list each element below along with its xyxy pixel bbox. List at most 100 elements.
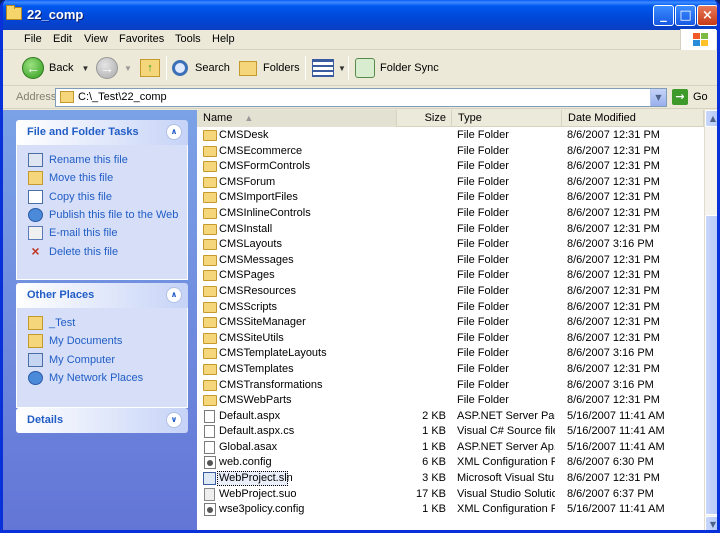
folder-icon: [203, 270, 217, 282]
cell-type: File Folder: [457, 253, 509, 266]
place-my-documents[interactable]: My Documents: [17, 332, 187, 350]
close-button[interactable]: ×: [697, 5, 717, 26]
minimize-button[interactable]: _: [653, 5, 674, 26]
place-my-network-places[interactable]: My Network Places: [17, 369, 187, 387]
table-row[interactable]: CMSEcommerce File Folder 8/6/2007 12:31 PM: [197, 144, 704, 160]
cell-size: 6 KB: [422, 456, 446, 469]
vertical-scrollbar[interactable]: ▲ ▼: [704, 110, 717, 530]
table-row[interactable]: CMSSiteManager File Folder 8/6/2007 12:31 …: [197, 315, 704, 331]
rename-icon: [28, 153, 43, 168]
column-size[interactable]: Size: [397, 110, 452, 127]
column-name[interactable]: Name ▲: [197, 110, 397, 127]
scroll-up-button[interactable]: ▲: [705, 110, 717, 127]
folder-icon: [203, 301, 217, 313]
table-row[interactable]: CMSLayouts File Folder 8/6/2007 3:16 PM: [197, 237, 704, 253]
table-row[interactable]: Default.aspx 2 KB ASP.NET Server Page 5/16/…: [197, 409, 704, 425]
place-my-computer[interactable]: My Computer: [17, 351, 187, 369]
cell-name: CMSTemplates: [219, 362, 294, 375]
table-row[interactable]: wse3policy.config 1 KB XML Configuration F…: [197, 502, 704, 518]
cell-name: CMSMessages: [219, 253, 294, 266]
cell-type: File Folder: [457, 347, 509, 360]
table-row[interactable]: WebProject.sln 3 KB Microsoft Visual Stu..…: [197, 471, 704, 487]
search-icon: [172, 60, 188, 76]
table-row[interactable]: CMSWebParts File Folder 8/6/2007 12:31 PM: [197, 393, 704, 409]
table-row[interactable]: CMSImportFiles File Folder 8/6/2007 12:31 …: [197, 190, 704, 206]
window-title: 22_comp: [27, 7, 84, 22]
forward-arrow-icon: →: [96, 57, 118, 79]
menu-edit[interactable]: Edit: [53, 33, 72, 45]
address-dropdown-button[interactable]: ▼: [650, 89, 666, 106]
up-folder-button[interactable]: ↑: [140, 55, 160, 81]
title-bar[interactable]: 22_comp _ □ ×: [3, 0, 717, 30]
table-row[interactable]: CMSPages File Folder 8/6/2007 12:31 PM: [197, 268, 704, 284]
go-button[interactable]: Go: [693, 91, 708, 103]
menu-file[interactable]: File: [24, 33, 42, 45]
table-row[interactable]: web.config 6 KB XML Configuration File 8/6/…: [197, 455, 704, 471]
task-move[interactable]: Move this file: [17, 169, 187, 187]
table-row[interactable]: CMSDesk File Folder 8/6/2007 12:31 PM: [197, 128, 704, 144]
table-row[interactable]: CMSResources File Folder 8/6/2007 12:31 PM: [197, 284, 704, 300]
cell-date: 8/6/2007 12:31 PM: [567, 472, 660, 485]
maximize-button[interactable]: □: [675, 5, 696, 26]
cell-name: WebProject.sln: [219, 472, 293, 485]
search-button[interactable]: Search: [172, 55, 230, 81]
folder-icon: [203, 395, 217, 407]
folder-sync-button[interactable]: Folder Sync: [355, 55, 439, 81]
expand-icon[interactable]: ∨: [166, 412, 182, 428]
cell-name: wse3policy.config: [219, 503, 305, 516]
panel-header[interactable]: File and Folder Tasks ∧: [16, 120, 188, 145]
table-row[interactable]: WebProject.suo 17 KB Visual Studio Solutio…: [197, 487, 704, 503]
folder-icon: [203, 379, 217, 391]
panel-header[interactable]: Details ∨: [16, 408, 188, 433]
my-documents-icon: [28, 334, 43, 349]
table-row[interactable]: CMSMessages File Folder 8/6/2007 12:31 PM: [197, 253, 704, 269]
cell-date: 5/16/2007 11:41 AM: [567, 440, 665, 453]
menu-favorites[interactable]: Favorites: [119, 33, 164, 45]
column-type[interactable]: Type: [452, 110, 562, 127]
task-email[interactable]: E-mail this file: [17, 224, 187, 242]
back-button[interactable]: ← Back ▼: [22, 55, 89, 81]
table-row[interactable]: CMSInlineControls File Folder 8/6/2007 12:…: [197, 206, 704, 222]
network-places-icon: [28, 371, 43, 386]
collapse-icon[interactable]: ∧: [166, 124, 182, 140]
collapse-icon[interactable]: ∧: [166, 287, 182, 303]
table-row[interactable]: Global.asax 1 KB ASP.NET Server Ap... 5/16/…: [197, 440, 704, 456]
table-row[interactable]: CMSInstall File Folder 8/6/2007 12:31 PM: [197, 222, 704, 238]
folders-button[interactable]: Folders: [239, 55, 300, 81]
table-row[interactable]: Default.aspx.cs 1 KB Visual C# Source file…: [197, 424, 704, 440]
folder-icon: [28, 316, 43, 331]
cell-name: CMSInstall: [219, 222, 273, 235]
table-row[interactable]: CMSForum File Folder 8/6/2007 12:31 PM: [197, 175, 704, 191]
menu-view[interactable]: View: [84, 33, 108, 45]
table-row[interactable]: CMSScripts File Folder 8/6/2007 12:31 PM: [197, 300, 704, 316]
cell-date: 8/6/2007 12:31 PM: [567, 206, 660, 219]
forward-button[interactable]: → ▼: [96, 55, 132, 81]
column-date-modified[interactable]: Date Modified: [562, 110, 704, 127]
menu-tools[interactable]: Tools: [175, 33, 201, 45]
address-input[interactable]: C:\_Test\22_comp ▼: [55, 88, 667, 107]
table-row[interactable]: CMSTemplateLayouts File Folder 8/6/2007 3:…: [197, 346, 704, 362]
cell-type: File Folder: [457, 175, 509, 188]
table-row[interactable]: CMSFormControls File Folder 8/6/2007 12:31…: [197, 159, 704, 175]
table-row[interactable]: CMSTransformations File Folder 8/6/2007 3:…: [197, 378, 704, 394]
file-rows: CMSDesk File Folder 8/6/2007 12:31 PM CMSEc…: [197, 128, 704, 518]
scroll-down-button[interactable]: ▼: [705, 516, 717, 530]
folder-icon: [60, 91, 74, 103]
scroll-thumb[interactable]: [705, 215, 717, 515]
task-rename[interactable]: Rename this file: [17, 151, 187, 169]
task-publish[interactable]: Publish this file to the Web: [17, 206, 187, 224]
menu-help[interactable]: Help: [212, 33, 235, 45]
globe-icon: [28, 208, 43, 223]
cell-size: 17 KB: [416, 487, 446, 500]
cell-name: Default.aspx.cs: [219, 425, 295, 438]
place-test-folder[interactable]: _Test: [17, 314, 187, 332]
cell-date: 8/6/2007 12:31 PM: [567, 144, 660, 157]
cell-type: File Folder: [457, 362, 509, 375]
go-arrow-icon[interactable]: →: [672, 89, 688, 105]
table-row[interactable]: CMSTemplates File Folder 8/6/2007 12:31 PM: [197, 362, 704, 378]
views-button[interactable]: ▼: [312, 55, 346, 81]
table-row[interactable]: CMSSiteUtils File Folder 8/6/2007 12:31 PM: [197, 331, 704, 347]
task-delete[interactable]: × Delete this file: [17, 242, 187, 260]
panel-header[interactable]: Other Places ∧: [16, 283, 188, 308]
task-copy[interactable]: Copy this file: [17, 188, 187, 206]
